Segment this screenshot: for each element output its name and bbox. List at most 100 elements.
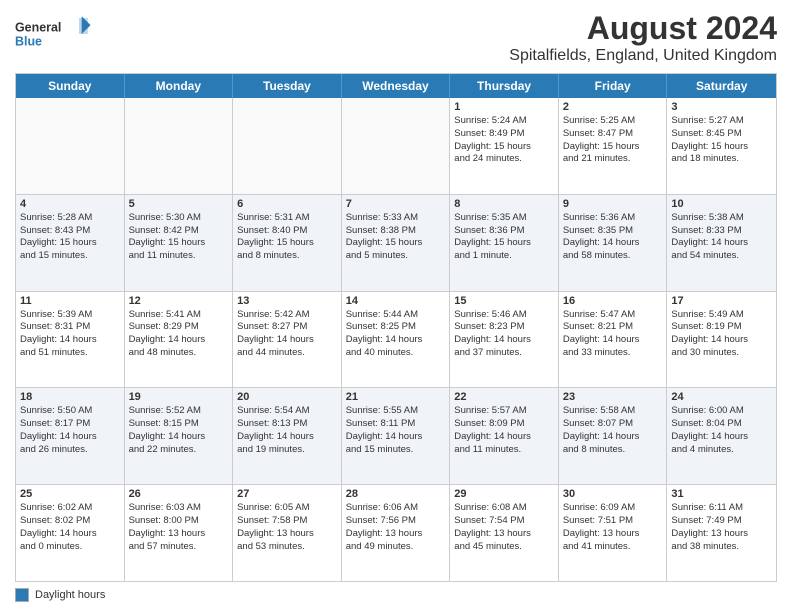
legend-label: Daylight hours [35, 589, 105, 601]
cell-line: Daylight: 13 hours [237, 528, 337, 541]
cell-line: and 22 minutes. [129, 444, 229, 457]
cell-line: Sunset: 8:42 PM [129, 225, 229, 238]
cell-line: Sunset: 8:31 PM [20, 321, 120, 334]
cell-line: Sunrise: 5:25 AM [563, 115, 663, 128]
legend: Daylight hours [15, 588, 105, 602]
day-number: 7 [346, 198, 446, 210]
calendar-cell: 4Sunrise: 5:28 AMSunset: 8:43 PMDaylight… [16, 195, 125, 291]
cell-line: Sunset: 8:35 PM [563, 225, 663, 238]
cell-line: Sunset: 7:58 PM [237, 515, 337, 528]
cell-line: Sunrise: 5:57 AM [454, 405, 554, 418]
day-number: 22 [454, 391, 554, 403]
calendar-cell: 3Sunrise: 5:27 AMSunset: 8:45 PMDaylight… [667, 98, 776, 194]
page-title: August 2024 [509, 10, 777, 47]
cell-line: and 54 minutes. [671, 250, 772, 263]
day-number: 13 [237, 295, 337, 307]
cell-line: and 53 minutes. [237, 541, 337, 554]
calendar-row: 25Sunrise: 6:02 AMSunset: 8:02 PMDayligh… [16, 485, 776, 581]
legend-color-box [15, 588, 29, 602]
page-subtitle: Spitalfields, England, United Kingdom [509, 47, 777, 65]
cell-line: Sunset: 8:40 PM [237, 225, 337, 238]
cell-line: Sunset: 8:11 PM [346, 418, 446, 431]
cell-line: Daylight: 14 hours [129, 431, 229, 444]
cell-line: Sunset: 8:27 PM [237, 321, 337, 334]
cell-line: Sunset: 8:17 PM [20, 418, 120, 431]
day-number: 23 [563, 391, 663, 403]
day-number: 30 [563, 488, 663, 500]
cell-line: and 21 minutes. [563, 153, 663, 166]
cell-line: and 38 minutes. [671, 541, 772, 554]
calendar-cell: 22Sunrise: 5:57 AMSunset: 8:09 PMDayligh… [450, 388, 559, 484]
cell-line: Daylight: 14 hours [454, 334, 554, 347]
cell-line: Sunrise: 6:06 AM [346, 502, 446, 515]
calendar: SundayMondayTuesdayWednesdayThursdayFrid… [15, 73, 777, 582]
calendar-cell: 31Sunrise: 6:11 AMSunset: 7:49 PMDayligh… [667, 485, 776, 581]
cell-line: Daylight: 14 hours [563, 334, 663, 347]
cell-line: Daylight: 14 hours [563, 237, 663, 250]
cell-line: and 11 minutes. [454, 444, 554, 457]
day-number: 15 [454, 295, 554, 307]
cell-line: Sunset: 8:33 PM [671, 225, 772, 238]
cell-line: Sunrise: 5:38 AM [671, 212, 772, 225]
calendar-cell: 7Sunrise: 5:33 AMSunset: 8:38 PMDaylight… [342, 195, 451, 291]
day-number: 2 [563, 101, 663, 113]
calendar-cell: 19Sunrise: 5:52 AMSunset: 8:15 PMDayligh… [125, 388, 234, 484]
calendar-cell: 21Sunrise: 5:55 AMSunset: 8:11 PMDayligh… [342, 388, 451, 484]
cell-line: Sunrise: 5:49 AM [671, 309, 772, 322]
cell-line: Sunrise: 5:39 AM [20, 309, 120, 322]
calendar-cell: 8Sunrise: 5:35 AMSunset: 8:36 PMDaylight… [450, 195, 559, 291]
cell-line: Sunrise: 5:28 AM [20, 212, 120, 225]
logo: General Blue [15, 14, 95, 54]
day-number: 10 [671, 198, 772, 210]
svg-text:General: General [15, 20, 61, 34]
cell-line: Daylight: 14 hours [454, 431, 554, 444]
cell-line: and 33 minutes. [563, 347, 663, 360]
calendar-row: 4Sunrise: 5:28 AMSunset: 8:43 PMDaylight… [16, 195, 776, 292]
cell-line: Sunrise: 5:42 AM [237, 309, 337, 322]
calendar-cell: 28Sunrise: 6:06 AMSunset: 7:56 PMDayligh… [342, 485, 451, 581]
calendar-cell: 6Sunrise: 5:31 AMSunset: 8:40 PMDaylight… [233, 195, 342, 291]
calendar-cell [233, 98, 342, 194]
cell-line: Sunset: 8:15 PM [129, 418, 229, 431]
cell-line: and 8 minutes. [237, 250, 337, 263]
cell-line: and 18 minutes. [671, 153, 772, 166]
cell-line: and 11 minutes. [129, 250, 229, 263]
cell-line: Sunset: 7:56 PM [346, 515, 446, 528]
cell-line: Sunrise: 6:11 AM [671, 502, 772, 515]
cell-line: Sunrise: 5:24 AM [454, 115, 554, 128]
cell-line: and 37 minutes. [454, 347, 554, 360]
footer: Daylight hours [15, 588, 777, 602]
day-number: 17 [671, 295, 772, 307]
day-number: 21 [346, 391, 446, 403]
calendar-cell: 15Sunrise: 5:46 AMSunset: 8:23 PMDayligh… [450, 292, 559, 388]
calendar-cell [342, 98, 451, 194]
day-number: 19 [129, 391, 229, 403]
cell-line: and 15 minutes. [346, 444, 446, 457]
cell-line: and 40 minutes. [346, 347, 446, 360]
cell-line: and 5 minutes. [346, 250, 446, 263]
cell-line: Sunrise: 5:27 AM [671, 115, 772, 128]
calendar-cell: 29Sunrise: 6:08 AMSunset: 7:54 PMDayligh… [450, 485, 559, 581]
cell-line: Sunrise: 6:02 AM [20, 502, 120, 515]
cell-line: and 58 minutes. [563, 250, 663, 263]
weekday-header: Monday [125, 74, 234, 98]
cell-line: Daylight: 14 hours [20, 431, 120, 444]
cell-line: Daylight: 15 hours [563, 141, 663, 154]
day-number: 11 [20, 295, 120, 307]
cell-line: Sunset: 7:49 PM [671, 515, 772, 528]
day-number: 26 [129, 488, 229, 500]
cell-line: Sunset: 8:21 PM [563, 321, 663, 334]
weekday-header: Tuesday [233, 74, 342, 98]
cell-line: Sunrise: 6:03 AM [129, 502, 229, 515]
cell-line: Sunrise: 6:05 AM [237, 502, 337, 515]
cell-line: and 45 minutes. [454, 541, 554, 554]
cell-line: Daylight: 14 hours [563, 431, 663, 444]
cell-line: Sunset: 7:51 PM [563, 515, 663, 528]
cell-line: Daylight: 14 hours [671, 334, 772, 347]
weekday-header: Saturday [667, 74, 776, 98]
day-number: 25 [20, 488, 120, 500]
day-number: 20 [237, 391, 337, 403]
cell-line: Daylight: 14 hours [346, 334, 446, 347]
cell-line: and 57 minutes. [129, 541, 229, 554]
calendar-cell: 13Sunrise: 5:42 AMSunset: 8:27 PMDayligh… [233, 292, 342, 388]
